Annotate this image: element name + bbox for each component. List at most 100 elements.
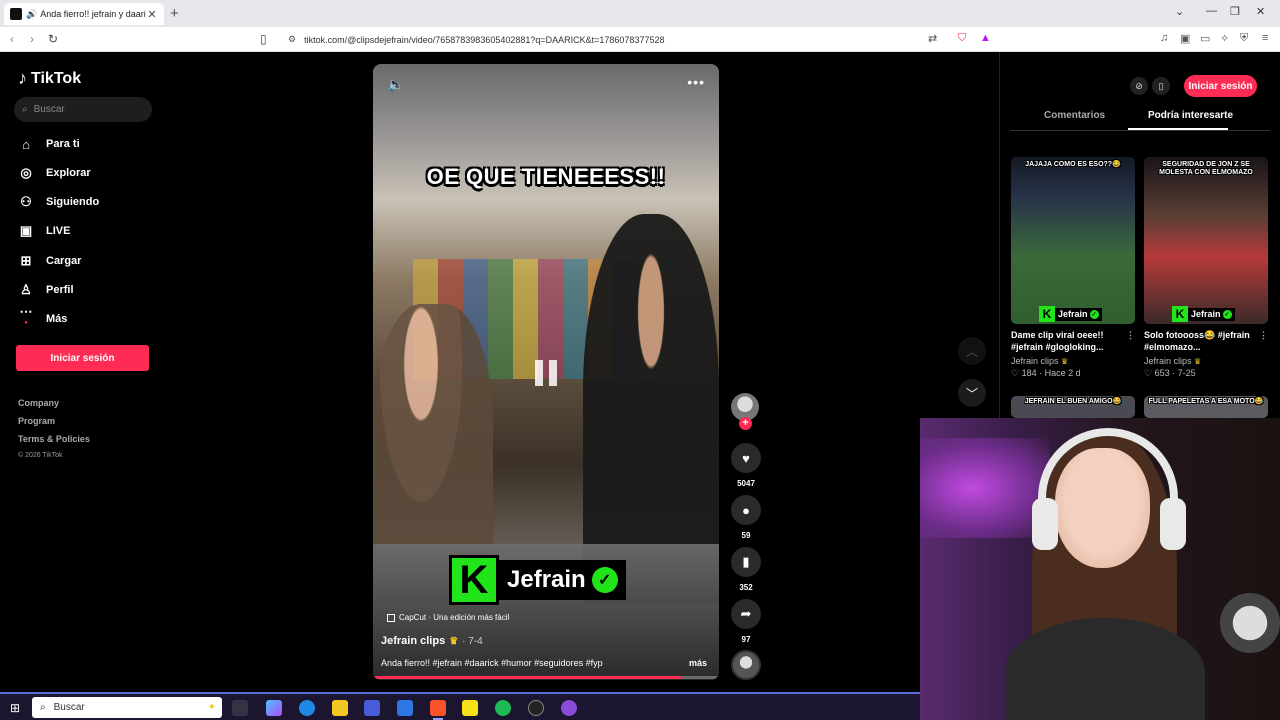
sound-disc[interactable]	[731, 650, 761, 680]
rewards-icon[interactable]: ▲	[980, 32, 991, 44]
reload-icon[interactable]: ↻	[48, 32, 58, 46]
wallet-icon[interactable]: ▭	[1200, 32, 1210, 45]
restore-icon[interactable]: ❐	[1230, 5, 1240, 18]
recommended-video-card[interactable]: SEGURIDAD DE JON Z SE MOLESTA CON ELMOMA…	[1144, 157, 1268, 379]
search-input[interactable]	[33, 104, 134, 115]
video-player[interactable]: 🔈 ••• OE QUE TIENEEESS!! K Jefrain ✓ Cap…	[373, 64, 719, 680]
pause-icon[interactable]	[535, 360, 559, 386]
device-icon[interactable]: ▯	[1152, 77, 1170, 95]
outlook-icon[interactable]	[397, 700, 413, 716]
video-author[interactable]: Jefrain clips ♛ · 7-4	[381, 635, 483, 647]
footer-link-company[interactable]: Company	[18, 398, 59, 408]
edge-icon[interactable]	[299, 700, 315, 716]
sidebar-item-mas[interactable]: ⋯● Más	[18, 304, 68, 330]
volume-icon[interactable]: 🔈	[387, 76, 404, 93]
comment-button[interactable]: ●	[731, 495, 761, 525]
capcut-label[interactable]: CapCut · Una edición más fácil	[387, 613, 509, 622]
brave-icon[interactable]	[430, 700, 446, 716]
capcut-text: CapCut · Una edición más fácil	[399, 613, 510, 622]
media-icon[interactable]: ♫	[1160, 32, 1168, 44]
crown-icon: ♛	[449, 635, 459, 647]
more-description-link[interactable]: más	[689, 658, 707, 668]
card-author[interactable]: Jefrain clips ♛	[1144, 356, 1268, 366]
share-button[interactable]: ➦	[731, 599, 761, 629]
login-button-top[interactable]: Iniciar sesión	[1184, 75, 1257, 97]
sidebar-item-label: Para ti	[46, 138, 80, 150]
vpn-icon[interactable]: ⛨	[1240, 32, 1248, 45]
sidebar-item-explorar[interactable]: ◎ Explorar	[18, 162, 91, 184]
card-more-icon[interactable]: ⋮	[1126, 330, 1135, 342]
tab-podria-interesarte[interactable]: Podría interesarte	[1148, 110, 1233, 121]
sidebar-item-perfil[interactable]: ♙ Perfil	[18, 279, 74, 301]
footer-link-terms[interactable]: Terms & Policies	[18, 434, 90, 444]
save-button[interactable]: ▮	[731, 547, 761, 577]
thumbnail-tag-name: Jefrain	[1191, 309, 1221, 319]
like-count: 5047	[737, 479, 755, 488]
taskbar-search[interactable]: ⌕ Buscar ✦	[32, 697, 222, 718]
menu-icon[interactable]: ≡	[1262, 32, 1268, 44]
chevron-down-icon[interactable]: ⌄	[1175, 5, 1184, 18]
back-icon[interactable]: ‹	[10, 32, 14, 46]
tab-comentarios[interactable]: Comentarios	[1044, 110, 1105, 121]
video-thumbnail[interactable]: SEGURIDAD DE JON Z SE MOLESTA CON ELMOMA…	[1144, 157, 1268, 324]
recommended-video-card[interactable]: JAJAJA COMO ES ESO??😂 K Jefrain ✓ Dame cl…	[1011, 157, 1135, 379]
compass-icon: ◎	[20, 165, 32, 180]
sidebar-item-siguiendo[interactable]: ⚇ Siguiendo	[18, 191, 99, 213]
sidebar-item-para-ti[interactable]: ⌂ Para ti	[18, 133, 80, 155]
obs-icon[interactable]	[528, 700, 544, 716]
url-field[interactable]: ⚙ tiktok.com/@clipsdejefrain/video/76587…	[280, 30, 940, 49]
sidebar-item-live[interactable]: ▣ LIVE	[18, 220, 71, 242]
sidebar-item-label: Explorar	[46, 167, 91, 179]
previous-video-button[interactable]: ︿	[958, 337, 986, 365]
browser-tab-bar: 🔊 Anda fierro!! jefrain y daarick ✕ + ⌄ …	[0, 0, 1280, 27]
windows-start-icon[interactable]: ⊞	[10, 701, 20, 715]
recommended-video-card[interactable]: FULL PAPELETAS A ESA MOTO😂	[1144, 396, 1268, 418]
close-tab-icon[interactable]: ✕	[146, 8, 158, 21]
translate-icon[interactable]: ⇄	[928, 32, 937, 45]
coin-icon[interactable]: ⊘	[1130, 77, 1148, 95]
footer-link-program[interactable]: Program	[18, 416, 55, 426]
recommended-video-card[interactable]: JEFRAIN EL BUEN AMIGO😂	[1011, 396, 1135, 418]
spotify-icon[interactable]	[495, 700, 511, 716]
brave-shield-icon[interactable]: ⛉	[958, 32, 966, 45]
new-tab-icon[interactable]: +	[170, 5, 179, 22]
close-window-icon[interactable]: ✕	[1256, 5, 1265, 18]
sidebar-item-label: Perfil	[46, 284, 74, 296]
video-description: Anda fierro!! #jefrain #daarick #humor #…	[381, 658, 603, 668]
forward-icon[interactable]: ›	[30, 32, 34, 46]
like-button[interactable]: ♥	[731, 443, 761, 473]
ai-icon[interactable]: ✧	[1220, 32, 1229, 45]
next-video-button[interactable]: ﹀	[958, 379, 986, 407]
store-icon[interactable]	[364, 700, 380, 716]
follow-plus-icon[interactable]: +	[739, 417, 752, 430]
sidebar-item-cargar[interactable]: ⊞ Cargar	[18, 250, 82, 272]
card-title[interactable]: Solo fotoooss😂 #jefrain #elmomazo... ⋮	[1144, 330, 1268, 354]
file-explorer-icon[interactable]	[332, 700, 348, 716]
card-title[interactable]: Dame clip viral oeee!! #jefrain #gloglok…	[1011, 330, 1135, 354]
sidebar-item-label: LIVE	[46, 225, 71, 237]
sidebar-toggle-icon[interactable]: ▣	[1180, 32, 1190, 45]
site-info-icon[interactable]: ⚙	[288, 34, 296, 45]
search-box[interactable]: ⌕	[14, 97, 152, 122]
copilot-icon[interactable]	[266, 700, 282, 716]
thumbnail-tag: K Jefrain ✓	[1039, 306, 1102, 322]
card-more-icon[interactable]: ⋮	[1259, 330, 1268, 342]
video-thumbnail[interactable]: JAJAJA COMO ES ESO??😂 K Jefrain ✓	[1011, 157, 1135, 324]
taskbar: ⊞ ⌕ Buscar ✦	[0, 692, 920, 720]
login-button[interactable]: Iniciar sesión	[16, 345, 149, 371]
video-progress-bar[interactable]	[373, 676, 719, 679]
bookmark-icon[interactable]: ▯	[260, 32, 267, 46]
task-view-icon[interactable]	[232, 700, 248, 716]
browser-tab[interactable]: 🔊 Anda fierro!! jefrain y daarick ✕	[4, 3, 164, 25]
more-options-icon[interactable]: •••	[687, 74, 705, 90]
video-thumbnail[interactable]: JEFRAIN EL BUEN AMIGO😂	[1011, 396, 1135, 418]
discord-icon[interactable]	[561, 700, 577, 716]
heart-icon: ♥	[742, 450, 750, 466]
minimize-icon[interactable]: —	[1206, 5, 1217, 17]
video-progress-fill	[373, 676, 681, 679]
tiktok-logo[interactable]: ♪ TikTok	[18, 68, 81, 89]
video-thumbnail[interactable]: FULL PAPELETAS A ESA MOTO😂	[1144, 396, 1268, 418]
webcam-background-light	[920, 438, 1050, 538]
sticky-notes-icon[interactable]	[462, 700, 478, 716]
card-author[interactable]: Jefrain clips ♛	[1011, 356, 1135, 366]
